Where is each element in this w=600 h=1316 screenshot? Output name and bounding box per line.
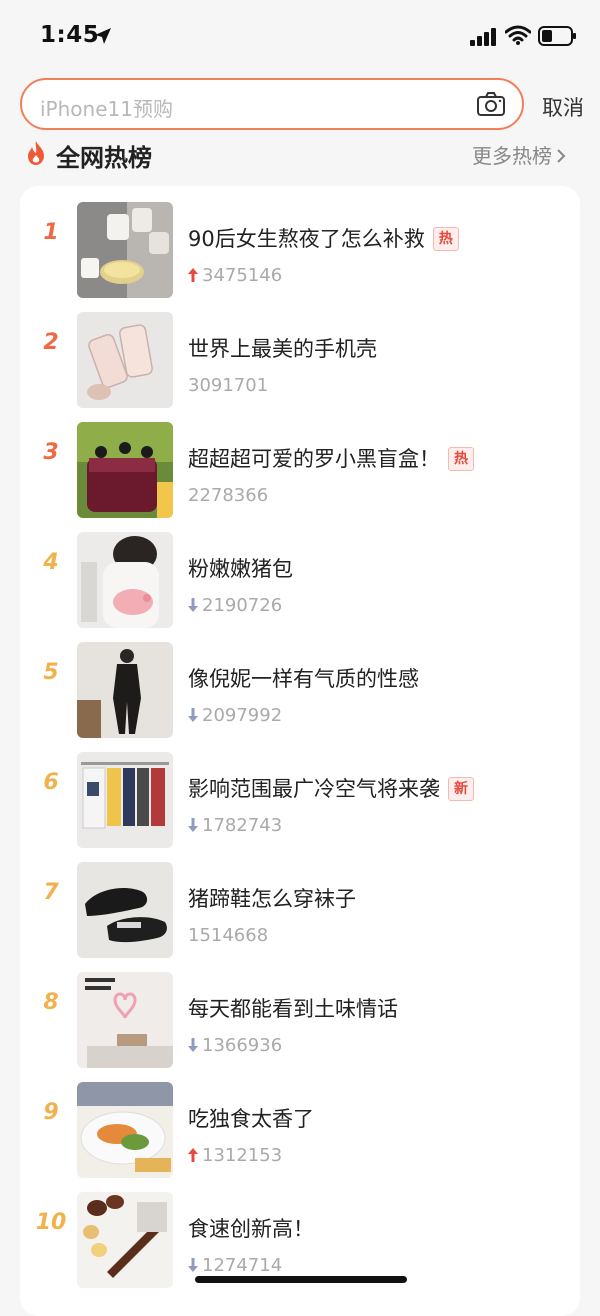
list-item[interactable]: 8 每天都能看到土味情话 1366936 <box>20 956 580 1068</box>
item-title[interactable]: 像倪妮一样有气质的性感 <box>188 663 419 693</box>
rank-number: 1 <box>43 220 59 245</box>
list-item[interactable]: 2 世界上最美的手机壳 3091701 <box>20 296 580 408</box>
item-count: 2278366 <box>188 485 269 506</box>
item-metric: 1782743 <box>188 815 282 836</box>
thumbnail-phone-case[interactable] <box>77 312 173 408</box>
rank-number: 8 <box>43 990 59 1015</box>
search-input[interactable]: iPhone11预购 <box>20 78 524 130</box>
cancel-button[interactable]: 取消 <box>542 92 584 122</box>
home-indicator[interactable] <box>195 1276 407 1283</box>
rank-number: 10 <box>35 1210 67 1235</box>
list-item[interactable]: 9 吃独食太香了 1312153 <box>20 1066 580 1178</box>
item-count: 1782743 <box>202 815 283 836</box>
item-title[interactable]: 世界上最美的手机壳 <box>188 333 377 363</box>
rank-number: 3 <box>43 440 59 465</box>
thumbnail-food-plate[interactable] <box>77 1082 173 1178</box>
item-metric: 1514668 <box>188 925 268 946</box>
item-metric: 3475146 <box>188 265 282 286</box>
more-hot-list-link[interactable]: 更多热榜 <box>472 140 566 169</box>
location-arrow-icon <box>95 28 111 44</box>
list-item[interactable]: 3 超超超可爱的罗小黑盲盒！ 热 2278366 <box>20 406 580 518</box>
fire-icon <box>28 141 44 165</box>
thumbnail-chestnuts[interactable] <box>77 1192 173 1288</box>
item-title[interactable]: 吃独食太香了 <box>188 1103 314 1133</box>
item-title-text: 猪蹄鞋怎么穿袜子 <box>188 887 356 911</box>
trend-down-icon <box>188 598 198 612</box>
cellular-signal-icon <box>470 28 496 46</box>
rank-number: 9 <box>43 1100 59 1125</box>
list-item[interactable]: 7 猪蹄鞋怎么穿袜子 1514668 <box>20 846 580 958</box>
hot-badge: 热 <box>448 447 474 471</box>
trend-down-icon <box>188 708 198 722</box>
camera-icon[interactable] <box>476 91 506 117</box>
battery-icon <box>538 26 576 46</box>
item-title-text: 食速创新高！ <box>188 1217 314 1241</box>
item-count: 3475146 <box>202 265 283 286</box>
item-count: 1366936 <box>202 1035 283 1056</box>
item-count: 1514668 <box>188 925 269 946</box>
item-title[interactable]: 90后女生熬夜了怎么补救热 <box>188 223 459 253</box>
search-placeholder: iPhone11预购 <box>40 97 173 121</box>
item-title[interactable]: 每天都能看到土味情话 <box>188 993 398 1023</box>
hot-badge: 热 <box>432 227 459 251</box>
item-count: 2097992 <box>202 705 283 726</box>
item-title-text: 世界上最美的手机壳 <box>188 337 377 361</box>
item-metric: 2190726 <box>188 595 282 616</box>
item-title[interactable]: 超超超可爱的罗小黑盲盒！ 热 <box>188 443 474 473</box>
more-hot-list-label: 更多热榜 <box>472 144 552 168</box>
chevron-right-icon <box>557 149 566 163</box>
wifi-icon <box>505 25 531 45</box>
item-count: 1312153 <box>202 1145 283 1166</box>
trend-up-icon <box>188 1148 198 1162</box>
item-title[interactable]: 影响范围最广冷空气将来袭新 <box>188 773 474 803</box>
hot-list-title: 全网热榜 <box>56 144 152 172</box>
rank-number: 2 <box>43 330 59 355</box>
item-metric: 1312153 <box>188 1145 282 1166</box>
item-count: 2190726 <box>202 595 283 616</box>
thumbnail-blind-box-drink[interactable] <box>77 422 173 518</box>
item-metric: 1274714 <box>188 1255 282 1276</box>
list-item[interactable]: 6 影响范围最广冷空气将来袭新 1782743 <box>20 736 580 848</box>
trend-up-icon <box>188 268 198 282</box>
trend-down-icon <box>188 1258 198 1272</box>
item-metric: 1366936 <box>188 1035 282 1056</box>
rank-number: 7 <box>43 880 59 905</box>
item-count: 1274714 <box>202 1255 283 1276</box>
status-time: 1:45 <box>40 22 100 48</box>
rank-number: 5 <box>43 660 59 685</box>
thumbnail-loafer-shoes[interactable] <box>77 862 173 958</box>
thumbnail-neon-heart-room[interactable] <box>77 972 173 1068</box>
item-title[interactable]: 食速创新高！ <box>188 1213 314 1243</box>
list-item[interactable]: 4 粉嫩嫩猪包 2190726 <box>20 516 580 628</box>
item-title-text: 像倪妮一样有气质的性感 <box>188 667 419 691</box>
thumbnail-sweater-rack[interactable] <box>77 752 173 848</box>
item-title-text: 每天都能看到土味情话 <box>188 997 398 1021</box>
item-count: 3091701 <box>188 375 269 396</box>
item-title[interactable]: 粉嫩嫩猪包 <box>188 553 293 583</box>
list-item[interactable]: 10 食速创新高！ 1274714 <box>20 1176 580 1288</box>
hot-list-card: 1 90后女生熬夜了怎么补救热 3475146 2 世界上最美的手机壳 3091… <box>20 186 580 1316</box>
thumbnail-black-jumpsuit[interactable] <box>77 642 173 738</box>
item-metric: 2278366 <box>188 485 268 506</box>
rank-number: 4 <box>43 550 59 575</box>
item-metric: 2097992 <box>188 705 282 726</box>
new-badge: 新 <box>448 777 474 801</box>
thumbnail-pink-pig-bag[interactable] <box>77 532 173 628</box>
list-item[interactable]: 1 90后女生熬夜了怎么补救热 3475146 <box>20 186 580 298</box>
item-title[interactable]: 猪蹄鞋怎么穿袜子 <box>188 883 356 913</box>
trend-down-icon <box>188 818 198 832</box>
item-title-text: 超超超可爱的罗小黑盲盒！ <box>188 447 440 471</box>
thumbnail-skincare-jars[interactable] <box>77 202 173 298</box>
item-title-text: 90后女生熬夜了怎么补救 <box>188 227 425 251</box>
item-title-text: 粉嫩嫩猪包 <box>188 557 293 581</box>
rank-number: 6 <box>43 770 59 795</box>
trend-down-icon <box>188 1038 198 1052</box>
item-title-text: 吃独食太香了 <box>188 1107 314 1131</box>
list-item[interactable]: 5 像倪妮一样有气质的性感 2097992 <box>20 626 580 738</box>
item-metric: 3091701 <box>188 375 268 396</box>
status-bar: 1:45 <box>0 0 600 70</box>
item-title-text: 影响范围最广冷空气将来袭 <box>188 777 440 801</box>
